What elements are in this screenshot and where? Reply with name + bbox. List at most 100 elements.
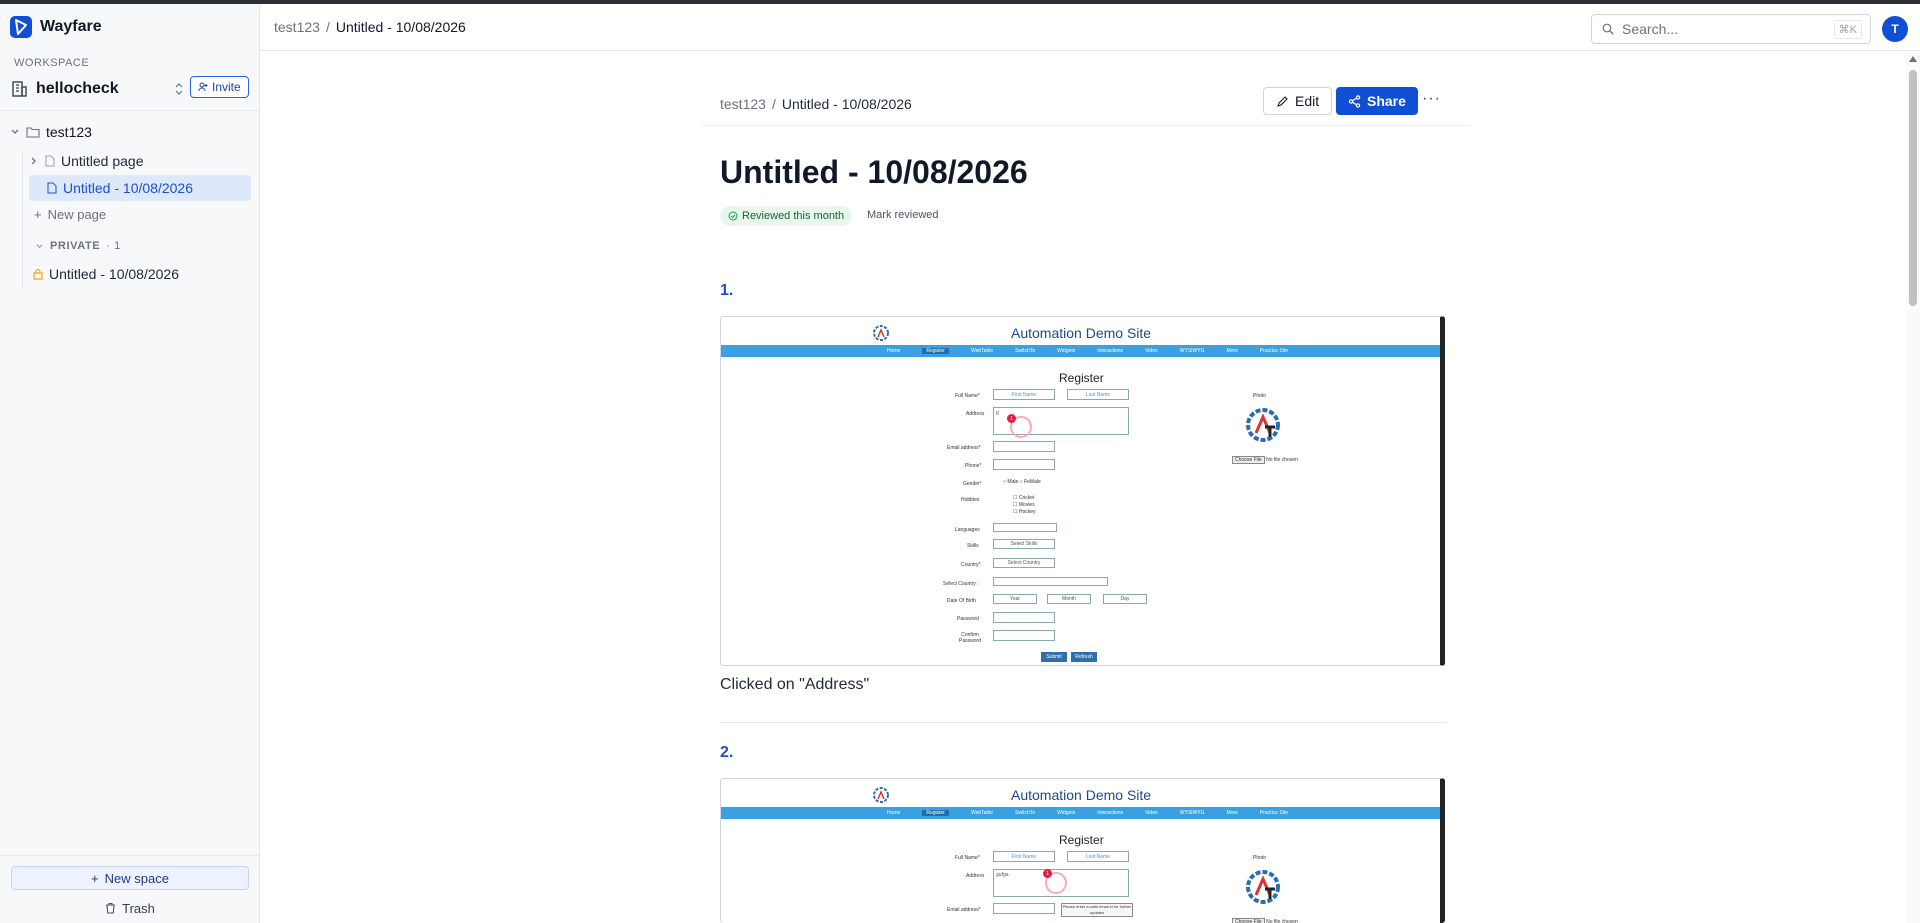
demo-label: Confirm Password xyxy=(959,632,981,644)
demo-nav-item: Practice Site xyxy=(1259,348,1288,354)
demo-first-name-field: First Name xyxy=(993,851,1055,862)
demo-choose-file-button: Choose File xyxy=(1232,918,1265,923)
scroll-up-arrow-icon[interactable] xyxy=(1909,56,1917,62)
demo-nav-item: WebTable xyxy=(970,810,994,816)
workspace-selector[interactable]: hellocheck Invite xyxy=(10,76,250,102)
doc-breadcrumb-space[interactable]: test123 xyxy=(720,96,766,112)
sidebar-divider xyxy=(0,110,259,111)
demo-photo-logo-icon xyxy=(1246,408,1280,442)
demo-register-title: Register xyxy=(1059,833,1104,847)
brand-name: Wayfare xyxy=(40,18,102,35)
demo-country-select: Select Country xyxy=(993,558,1055,568)
search-icon xyxy=(1602,23,1614,35)
trash-label: Trash xyxy=(122,900,155,916)
demo-checkbox-label: Movies xyxy=(1018,502,1035,508)
sidebar-item-untitled-page[interactable]: Untitled page xyxy=(29,148,144,174)
demo-label: Email address* xyxy=(947,445,981,451)
step-screenshot[interactable]: Automation Demo Site Home Register WebTa… xyxy=(720,778,1445,923)
demo-choose-file-button: Choose File xyxy=(1232,456,1265,464)
private-section-header[interactable]: PRIVATE · 1 xyxy=(35,240,121,252)
new-space-button[interactable]: + New space xyxy=(11,866,249,890)
page-icon xyxy=(45,155,55,167)
search-input[interactable] xyxy=(1622,21,1822,37)
page-icon xyxy=(47,182,57,194)
demo-label: Hobbies xyxy=(961,497,980,503)
chevron-up-down-icon[interactable] xyxy=(172,82,186,96)
plus-icon: + xyxy=(91,870,99,886)
demo-nav-item: Register xyxy=(922,348,949,354)
demo-register-title: Register xyxy=(1059,371,1104,385)
review-status-badge: Reviewed this month xyxy=(720,206,853,226)
demo-label: Email address* xyxy=(947,907,981,913)
demo-nav-item: Video xyxy=(1145,348,1158,354)
new-page-button[interactable]: + New page xyxy=(34,201,106,227)
share-label: Share xyxy=(1367,93,1406,109)
brand[interactable]: Wayfare xyxy=(10,16,102,38)
demo-label: Phone* xyxy=(965,463,982,469)
demo-email-field xyxy=(993,903,1055,914)
demo-phone-field xyxy=(993,459,1055,470)
chevron-right-icon[interactable] xyxy=(29,156,39,166)
demo-year-select: Year xyxy=(993,594,1037,604)
demo-nav-item: Interactions xyxy=(1097,348,1124,354)
demo-checkbox-label: Hockey xyxy=(1018,509,1036,515)
private-label: PRIVATE xyxy=(50,240,101,252)
pencil-icon xyxy=(1277,95,1288,107)
click-indicator-dot: 1 xyxy=(1043,869,1052,878)
review-badge-label: Reviewed this month xyxy=(742,210,845,222)
edit-button[interactable]: Edit xyxy=(1263,87,1333,115)
demo-site-navbar: Home Register WebTable SwitchTo Widgets … xyxy=(721,807,1440,819)
demo-submit-button: Submit xyxy=(1041,652,1067,662)
mark-reviewed-button[interactable]: Mark reviewed xyxy=(867,209,939,221)
wayfare-logo-icon xyxy=(10,16,32,38)
demo-nav-item: Interactions xyxy=(1097,810,1124,816)
click-indicator-dot: 1 xyxy=(1007,414,1016,423)
demo-nav-item: Practice Site xyxy=(1259,810,1288,816)
trash-button[interactable]: Trash xyxy=(0,896,260,920)
sidebar-item-label: Untitled - 10/08/2026 xyxy=(63,180,193,196)
workspace-name: hellocheck xyxy=(36,80,119,97)
top-bar: test123 / Untitled - 10/08/2026 ⌘K T xyxy=(260,4,1920,51)
demo-confirm-password-field xyxy=(993,630,1055,641)
step-screenshot[interactable]: Automation Demo Site Home Register WebTa… xyxy=(720,316,1445,666)
demo-nav-item: More xyxy=(1226,810,1238,816)
scroll-thumb[interactable] xyxy=(1909,70,1917,306)
demo-label: Full Name* xyxy=(955,855,980,861)
demo-checkbox: ☐ Hockey xyxy=(1013,509,1036,515)
more-options-button[interactable]: ··· xyxy=(1422,90,1441,108)
demo-nav-item: WebTable xyxy=(970,348,994,354)
demo-site-navbar: Home Register WebTable SwitchTo Widgets … xyxy=(721,345,1440,357)
check-circle-icon xyxy=(728,211,738,221)
add-user-icon xyxy=(198,82,208,92)
trash-icon xyxy=(106,902,116,914)
invite-button[interactable]: Invite xyxy=(190,76,249,98)
search-box[interactable]: ⌘K xyxy=(1591,14,1871,44)
breadcrumb-space[interactable]: test123 xyxy=(274,19,320,35)
demo-file-input: Choose File No file chosen xyxy=(1232,918,1298,923)
demo-refresh-button: Refresh xyxy=(1071,652,1097,662)
breadcrumb: test123 / Untitled - 10/08/2026 xyxy=(274,19,466,35)
demo-nav-item: Video xyxy=(1145,810,1158,816)
sidebar-item-private-page[interactable]: Untitled - 10/08/2026 xyxy=(33,261,179,287)
share-button[interactable]: Share xyxy=(1336,87,1418,115)
demo-nav-item: WYSIWYG xyxy=(1179,348,1205,354)
sidebar-item-current-page[interactable]: Untitled - 10/08/2026 xyxy=(29,175,251,201)
demo-first-name-field: First Name xyxy=(993,389,1055,400)
demo-label: Country* xyxy=(961,562,981,568)
demo-last-name-field: Last Name xyxy=(1067,389,1129,400)
demo-label: Gender* xyxy=(963,481,982,487)
space-name: test123 xyxy=(46,124,92,140)
avatar[interactable]: T xyxy=(1882,16,1908,42)
tree-guide-line xyxy=(22,150,23,288)
demo-file-input: Choose File No file chosen xyxy=(1232,456,1298,464)
page-title: Untitled - 10/08/2026 xyxy=(720,154,1028,190)
demo-site-title: Automation Demo Site xyxy=(1011,325,1152,341)
sidebar-space-test123[interactable]: test123 xyxy=(10,124,92,140)
step-number: 2. xyxy=(720,744,734,761)
scrollbar[interactable] xyxy=(1906,52,1920,923)
building-icon xyxy=(12,81,27,97)
demo-month-select: Month xyxy=(1047,594,1091,604)
chevron-down-icon[interactable] xyxy=(10,127,20,137)
sidebar-bottom-divider xyxy=(0,855,259,856)
chevron-down-icon[interactable] xyxy=(35,242,44,251)
